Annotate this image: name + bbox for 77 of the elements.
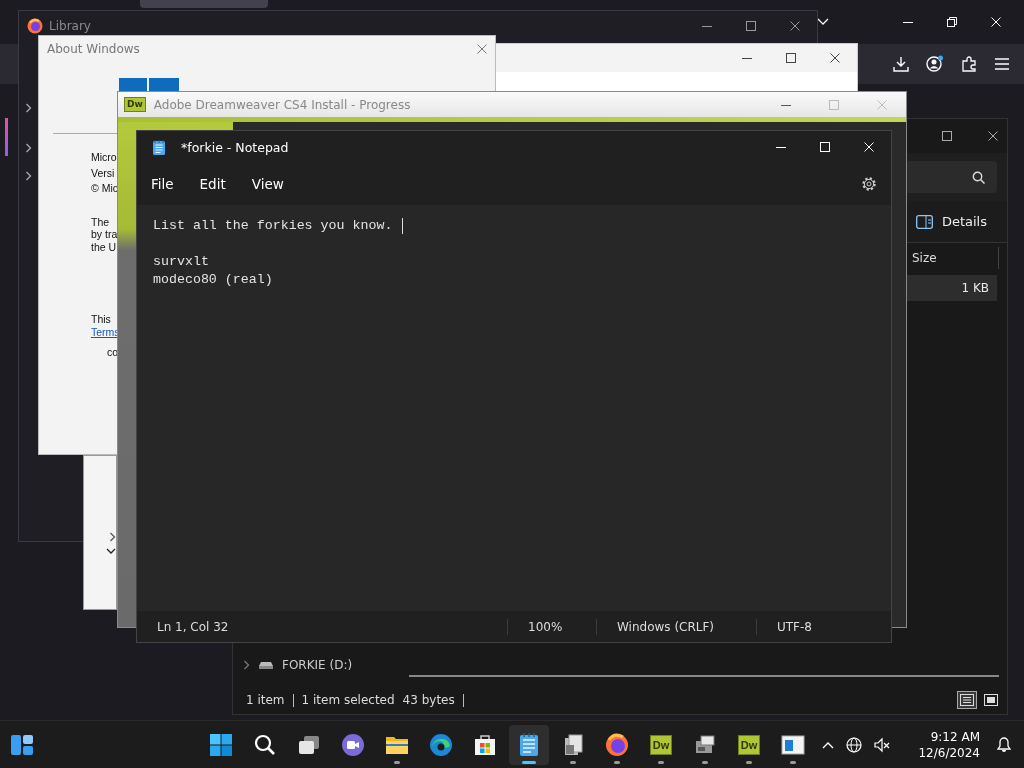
panel-icon	[915, 214, 933, 229]
chevron-down-icon[interactable]	[106, 548, 116, 555]
text-line: modeco80 (real)	[153, 271, 273, 289]
details-view-icon[interactable]	[957, 691, 977, 709]
text-editor[interactable]: List all the forkies you know. survxlt modeco80 (real)	[137, 205, 891, 611]
body-text: © Mic	[91, 181, 118, 196]
app-logo: Dw	[124, 97, 146, 112]
body-text: The	[91, 215, 110, 228]
maximize-icon[interactable]	[786, 53, 796, 63]
windows-logo-icon	[119, 78, 179, 92]
taskbar-button[interactable]: Dw	[729, 725, 769, 765]
details-button[interactable]: Details	[909, 213, 993, 230]
chevron-up-icon[interactable]	[822, 740, 835, 749]
body-text: This	[91, 313, 111, 326]
menu-item[interactable]: File	[141, 176, 184, 192]
tiles-view-icon[interactable]	[981, 691, 1001, 709]
window-title: *forkie - Notepad	[181, 139, 289, 155]
search-icon	[972, 170, 985, 184]
text-line: survxlt	[153, 253, 209, 271]
drive-icon	[258, 660, 274, 670]
chevron-right-icon[interactable]	[25, 143, 32, 153]
scrollbar[interactable]	[409, 675, 999, 677]
window-icon	[781, 733, 805, 757]
status-text: 1 item selected	[301, 693, 396, 707]
nav-item[interactable]: FORKIE (D:)	[282, 658, 353, 672]
download-icon[interactable]	[893, 56, 909, 72]
text-line: List all the forkies you know.	[153, 217, 393, 235]
notification-bell-icon[interactable]	[996, 736, 1012, 753]
widgets-icon[interactable]	[10, 733, 34, 756]
close-icon[interactable]	[988, 131, 998, 141]
body-text: by tra	[91, 228, 118, 241]
search-icon	[253, 733, 277, 757]
status-text: 43 bytes	[402, 693, 456, 707]
app-logo: Dw	[737, 735, 761, 755]
maximize-icon[interactable]	[746, 21, 756, 31]
notepad-icon	[153, 139, 165, 155]
taskbar-button[interactable]	[509, 725, 549, 765]
fox-globe-icon	[27, 18, 43, 34]
body-text: the U	[91, 240, 117, 253]
chevron-right-icon[interactable]	[243, 660, 250, 670]
clock[interactable]: 9:12 AM 12/6/2024	[918, 728, 980, 761]
app-logo: Dw	[649, 735, 673, 755]
body-text: Micro	[91, 150, 117, 165]
search-field[interactable]	[905, 161, 997, 193]
store-icon	[473, 733, 497, 757]
settings-icon[interactable]	[861, 176, 877, 192]
window-title: Adobe Dreamweaver CS4 Install - Progress	[153, 97, 411, 112]
account-icon[interactable]	[926, 55, 944, 73]
status-text: UTF-8	[756, 618, 891, 635]
restore-icon[interactable]	[947, 17, 957, 27]
start-icon	[209, 733, 233, 757]
chevron-right-icon[interactable]	[25, 103, 32, 113]
status-text: 100%	[507, 618, 596, 635]
menu-item[interactable]: Edit	[189, 176, 236, 192]
window-title: About Windows	[47, 42, 140, 56]
taskbar-button[interactable]: Dw	[641, 725, 681, 765]
browser-icon	[429, 733, 453, 757]
notepad-icon	[517, 733, 541, 757]
chevron-right-icon[interactable]	[25, 171, 32, 181]
window-title: Library	[49, 19, 91, 33]
body-text: Versi	[91, 165, 115, 181]
maximize-icon[interactable]	[942, 131, 952, 141]
extensions-icon[interactable]	[961, 56, 977, 72]
menu-item[interactable]: View	[241, 176, 294, 192]
chat-icon	[341, 733, 365, 757]
close-icon[interactable]	[830, 53, 840, 63]
sidebar-indicator	[5, 118, 8, 156]
globe-icon[interactable]	[846, 736, 863, 753]
status-text: Windows (CRLF)	[596, 618, 756, 635]
status-text: 1 item	[246, 693, 286, 707]
chevron-right-icon[interactable]	[109, 532, 116, 542]
task-view-icon	[297, 733, 321, 757]
fox-globe-icon	[605, 733, 629, 757]
menu-icon[interactable]	[994, 57, 1010, 71]
speaker-muted-icon[interactable]	[874, 736, 891, 753]
close-icon[interactable]	[790, 21, 800, 31]
status-text: Ln 1, Col 32	[156, 618, 230, 635]
